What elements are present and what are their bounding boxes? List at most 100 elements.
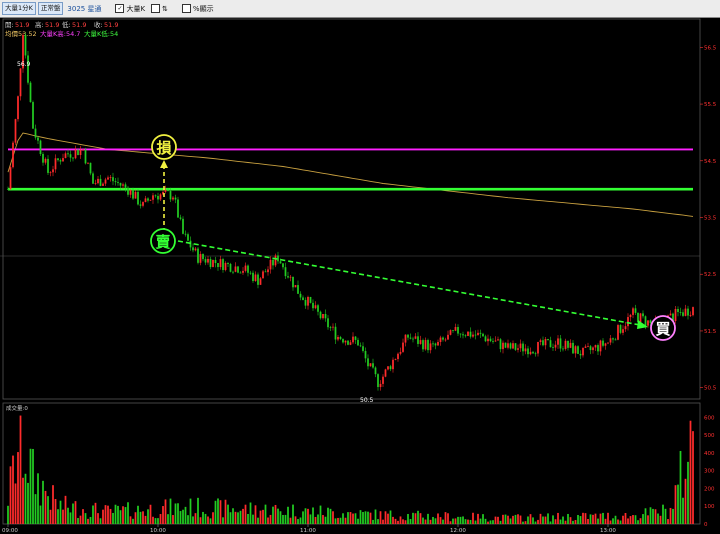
volume-bar (527, 516, 529, 524)
candle-body (252, 272, 254, 282)
volume-bar (212, 512, 214, 524)
candle-body (257, 274, 259, 285)
candle-body (192, 247, 194, 251)
chart-area[interactable]: 開: 51.9 高: 51.9 低: 51.9 收: 51.9 均價53.52 … (0, 0, 720, 534)
candle-body (309, 296, 312, 303)
candle-body (439, 337, 442, 343)
volume-bar (609, 520, 612, 524)
candle-body (687, 308, 689, 316)
candle-body (574, 346, 577, 354)
candle-body (149, 199, 152, 201)
candle-body (364, 350, 367, 359)
volume-bar (399, 516, 402, 524)
volume-bar (197, 497, 199, 524)
candle-body (317, 305, 319, 312)
candle-body (524, 348, 527, 352)
volume-bar (62, 509, 64, 524)
candle-body (34, 128, 37, 138)
candle-body (239, 272, 242, 274)
candle-body (469, 331, 472, 337)
candle-body (562, 348, 564, 350)
volume-bar (509, 518, 512, 524)
volume-bar (552, 515, 554, 524)
candle-body (432, 343, 434, 345)
candle-body (124, 184, 127, 188)
volume-bar (124, 507, 127, 524)
volume-bar (612, 518, 614, 524)
volume-bar (589, 514, 592, 524)
candle-body (647, 320, 649, 326)
candle-body (624, 326, 627, 330)
candle-body (339, 336, 342, 340)
candle-body (429, 343, 432, 351)
volume-tick-label: 100 (704, 504, 715, 510)
candle-body (517, 348, 519, 350)
candle-body (279, 261, 282, 264)
volume-bar (494, 516, 497, 524)
candle-body (54, 158, 57, 170)
candle-body (539, 340, 542, 343)
volume-bar (204, 513, 207, 524)
volume-bar (69, 512, 72, 524)
candle-body (174, 197, 177, 200)
candle-body (567, 340, 569, 348)
candle-body (412, 338, 414, 340)
volume-bar (569, 517, 572, 524)
candle-body (542, 340, 544, 346)
volume-bar (597, 518, 599, 524)
candle-body (199, 253, 202, 263)
volume-bar (242, 508, 244, 524)
candle-body (644, 316, 647, 326)
volume-bar (239, 510, 242, 524)
candle-body (62, 158, 64, 162)
low-label: 低: (62, 20, 71, 29)
volume-bar (382, 519, 384, 524)
volume-bar (532, 517, 534, 524)
candle-body (187, 234, 189, 241)
peak-price-label: 56.9 (17, 61, 31, 68)
candle-body (169, 191, 172, 200)
volume-bar (402, 519, 404, 524)
candle-body (382, 376, 384, 384)
open-value: 51.9 (15, 21, 29, 29)
candle-body (599, 340, 602, 352)
price-tick-label: 56.5 (704, 45, 717, 51)
volume-bar (444, 512, 447, 524)
candle-body (27, 55, 29, 83)
candle-body (92, 173, 94, 184)
volume-bar (607, 512, 609, 524)
volume-bar (129, 516, 132, 524)
volume-bar (389, 510, 392, 524)
volume-bar (624, 513, 627, 524)
volume-bar (577, 514, 579, 524)
low-value: 51.9 (72, 21, 86, 29)
volume-bar (284, 514, 287, 524)
candle-body (554, 344, 557, 348)
candle-body (109, 177, 112, 179)
volume-bar (319, 505, 322, 524)
volume-bar (29, 448, 32, 524)
candle-body (362, 346, 364, 351)
candle-body (249, 272, 252, 274)
candle-body (157, 196, 159, 200)
candle-body (264, 271, 267, 273)
volume-bar (502, 514, 504, 524)
candle-body (167, 189, 169, 192)
volume-bar (489, 520, 492, 524)
volume-bar (279, 511, 282, 524)
candle-body (547, 338, 549, 341)
volume-bar (9, 466, 12, 524)
candle-body (419, 340, 422, 344)
candle-body (417, 336, 419, 344)
volume-bar (687, 461, 689, 524)
volume-bar (287, 506, 289, 524)
volume-bar (482, 514, 484, 524)
volume-bar (684, 478, 687, 524)
volume-bar (7, 505, 9, 524)
candle-body (217, 263, 219, 268)
volume-bar (359, 510, 362, 524)
candle-body (597, 345, 599, 352)
volume-bar (97, 513, 99, 524)
candle-body (304, 299, 307, 306)
volume-bar (164, 499, 167, 524)
